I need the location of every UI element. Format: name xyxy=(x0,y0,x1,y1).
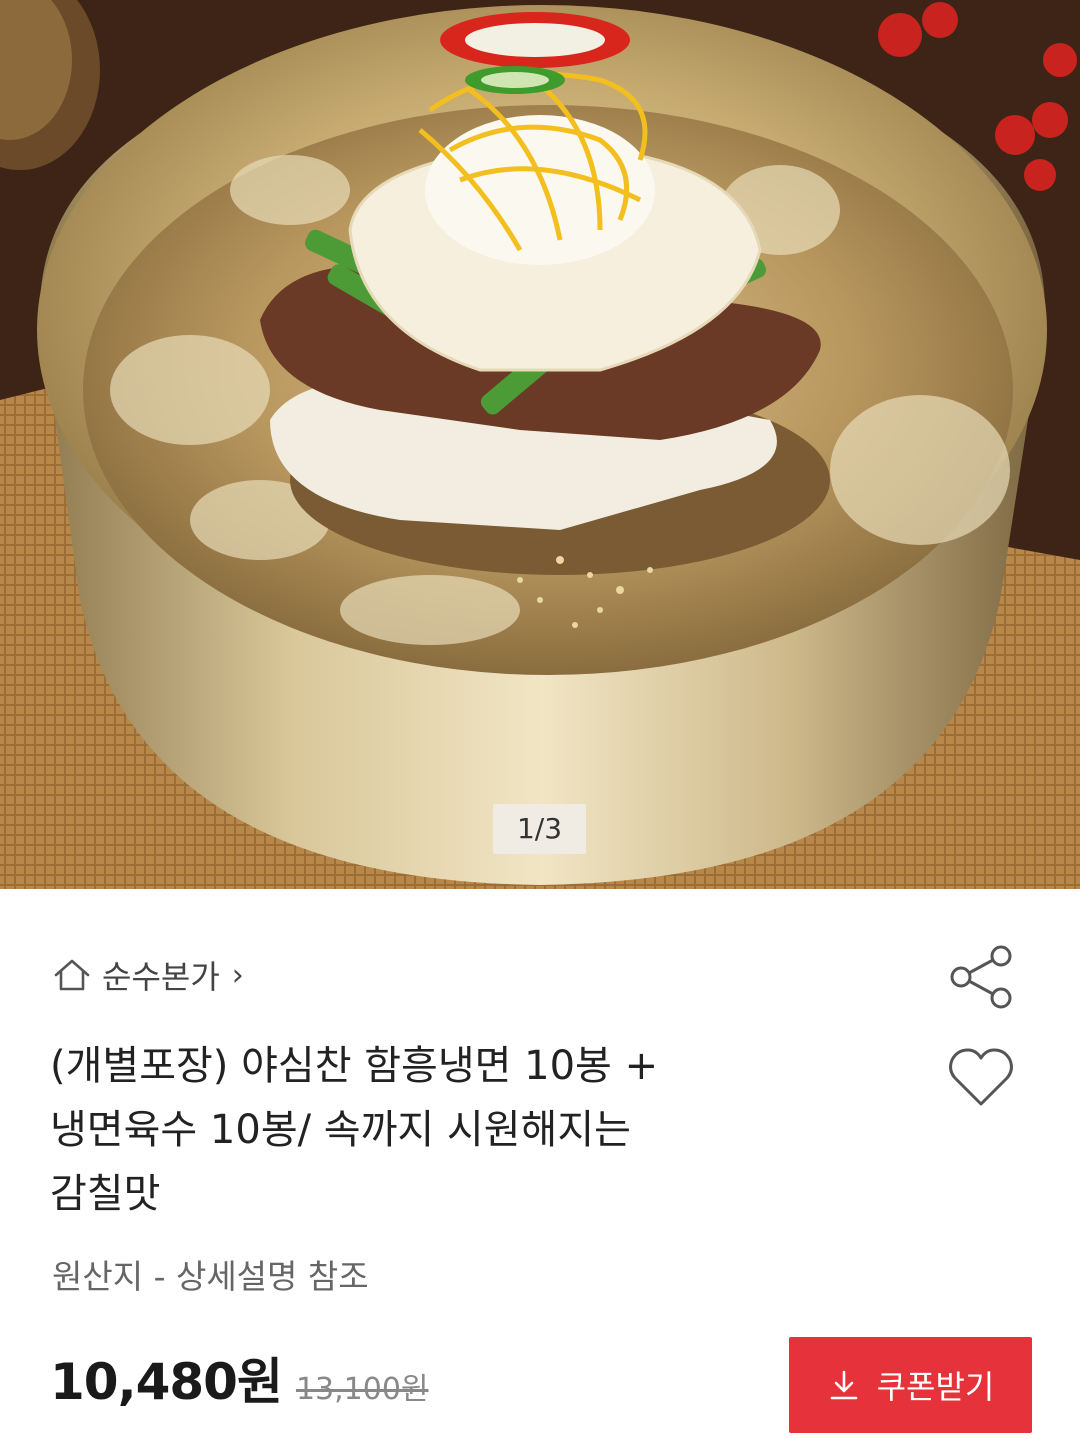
product-photo xyxy=(0,0,1080,889)
heart-icon xyxy=(949,1048,1013,1106)
coupon-download-button[interactable]: 쿠폰받기 xyxy=(789,1337,1032,1433)
original-price: 13,100원 xyxy=(295,1372,429,1407)
share-icon xyxy=(950,945,1012,1009)
product-title-line: 냉면육수 10봉/ 속까지 시원해지는 xyxy=(50,1107,631,1153)
sale-price: 10,480원 xyxy=(50,1353,283,1411)
home-icon xyxy=(52,956,92,994)
store-link[interactable]: 순수본가 › xyxy=(52,950,244,1000)
gallery-pager: 1/3 xyxy=(493,804,586,854)
product-title-line: 감칠맛 xyxy=(50,1171,161,1217)
product-title-line: (개별포장) 야심찬 함흥냉면 10봉 + xyxy=(50,1043,659,1089)
price-row: 10,480원 13,100원 xyxy=(50,1342,429,1412)
chevron-right-icon: › xyxy=(231,957,244,993)
share-button[interactable] xyxy=(946,942,1016,1012)
origin-info: 원산지 - 상세설명 참조 xyxy=(52,1257,369,1296)
store-name: 순수본가 xyxy=(102,958,220,996)
download-icon xyxy=(830,1370,857,1400)
product-image-gallery[interactable]: 1/3 xyxy=(0,0,1080,889)
wishlist-button[interactable] xyxy=(946,1046,1016,1110)
coupon-button-label: 쿠폰받기 xyxy=(876,1368,995,1406)
product-title: (개별포장) 야심찬 함흥냉면 10봉 + 냉면육수 10봉/ 속까지 시원해지… xyxy=(50,1034,870,1226)
